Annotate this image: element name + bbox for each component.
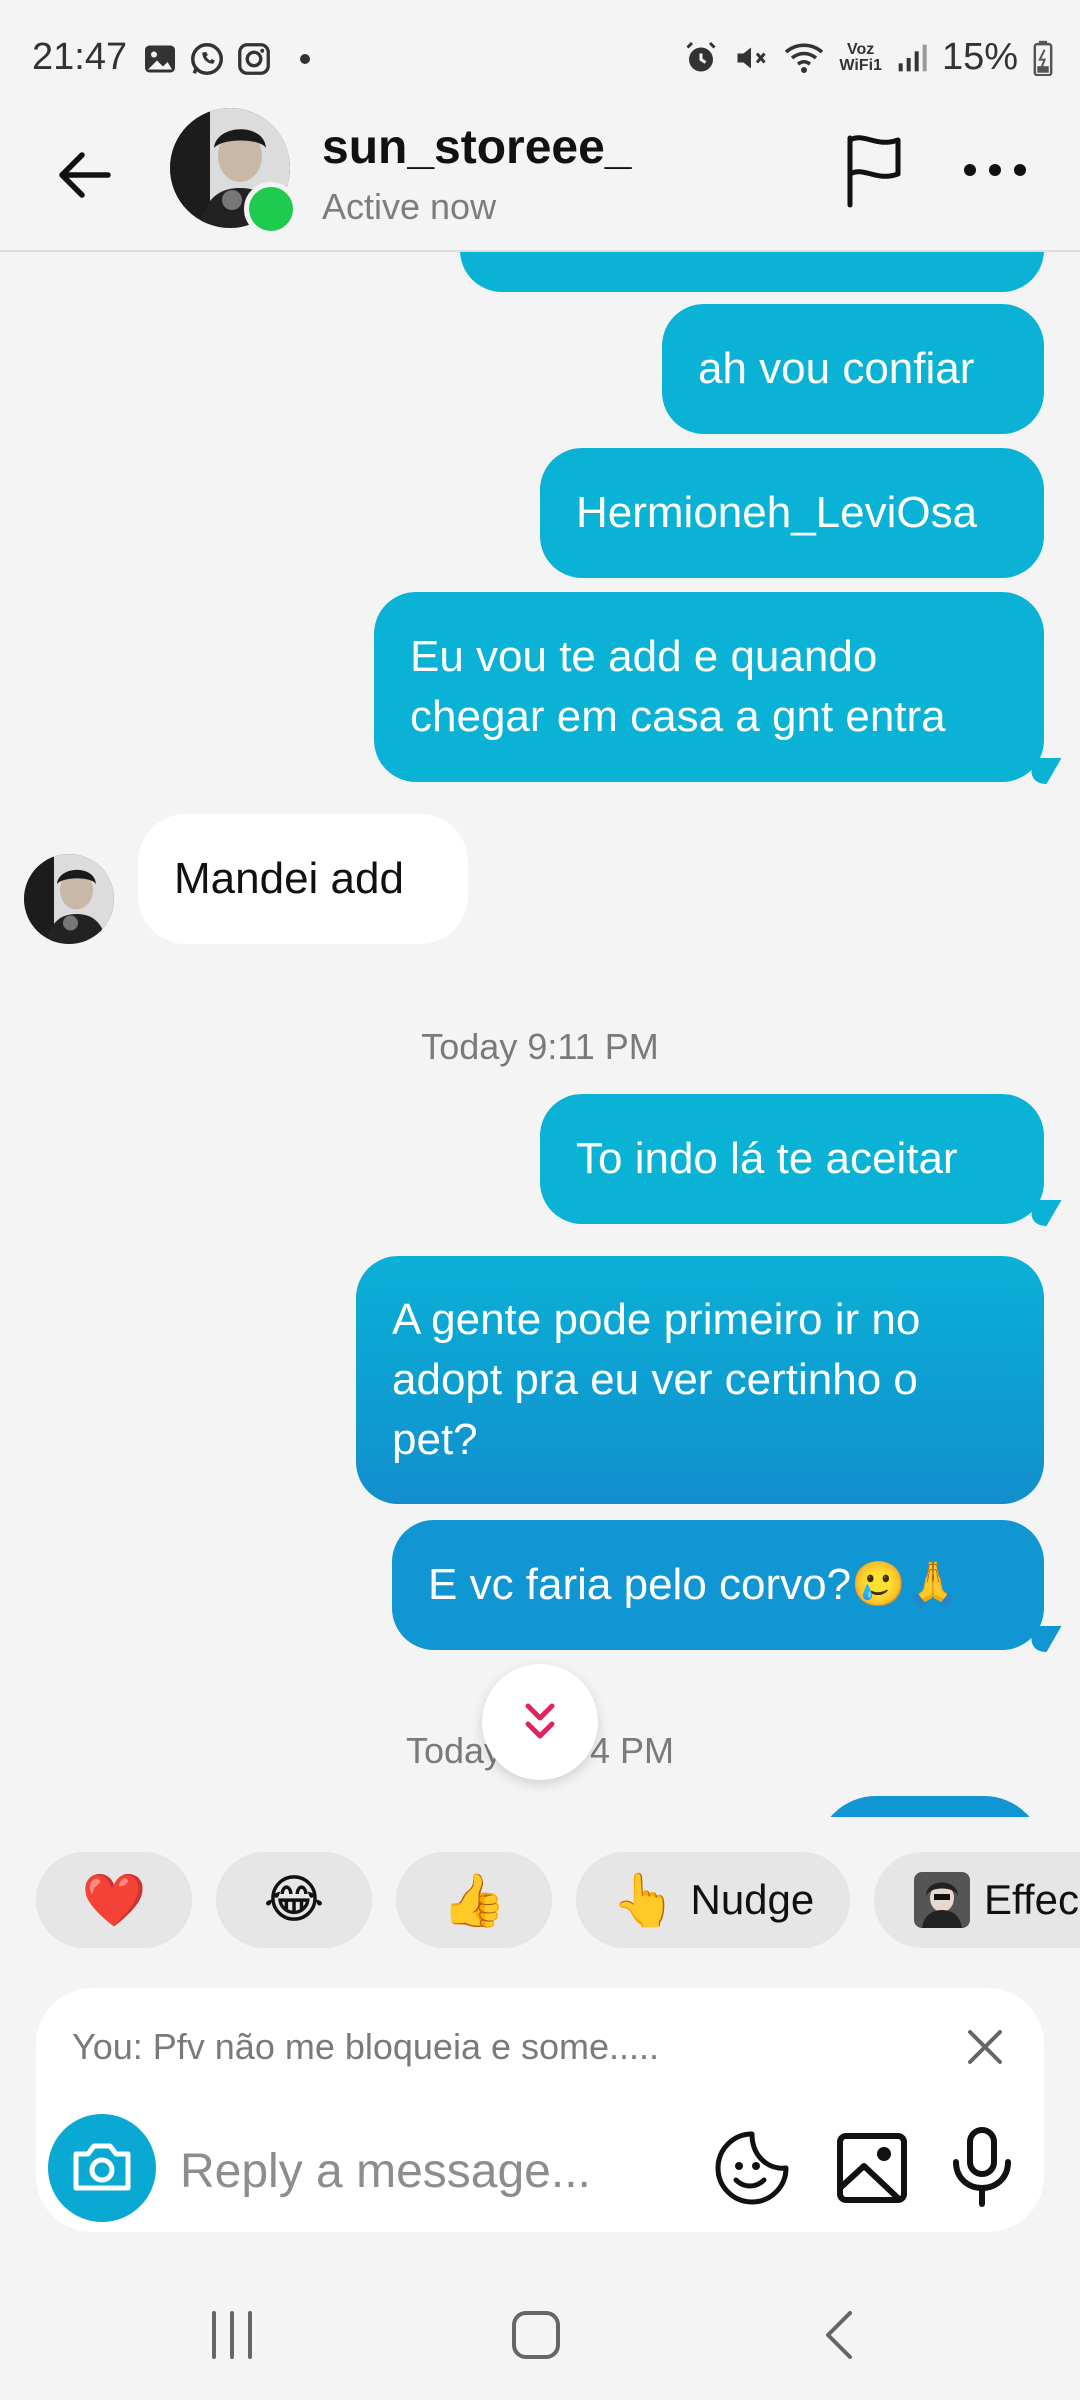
effects-avatar-icon — [914, 1872, 970, 1928]
wifi-icon — [785, 42, 824, 73]
alarm-icon — [686, 41, 716, 71]
active-status: Active now — [322, 186, 497, 227]
message-text: Hermioneh_LeviOsa — [576, 488, 978, 537]
laughing-face-icon: 😂 — [263, 1871, 325, 1929]
pointing-hand-icon: 👆 — [611, 1871, 677, 1930]
message-bubble-outgoing[interactable]: A gente pode primeiro ir no adopt pra eu… — [356, 1256, 1044, 1504]
message-text-line: adopt pra eu ver certinho o — [392, 1355, 918, 1404]
system-icons: Voz WiFi1 15% — [683, 36, 1054, 79]
signal-icon — [898, 44, 927, 71]
message-bubble-outgoing[interactable] — [460, 252, 1044, 292]
message-text-line: A gente pode primeiro ir no — [392, 1295, 921, 1344]
camera-button[interactable] — [48, 2114, 156, 2222]
heart-icon: ❤️ — [81, 1871, 147, 1930]
nudge-button[interactable]: 👆 Nudge — [576, 1852, 850, 1948]
more-options-icon[interactable] — [960, 150, 1030, 190]
message-list[interactable]: ah vou confiar Hermioneh_LeviOsa Eu vou … — [0, 252, 1080, 1817]
home-button[interactable] — [496, 2300, 576, 2370]
effects-button[interactable]: Effec — [874, 1852, 1080, 1948]
effects-label: Effec — [984, 1876, 1079, 1923]
image-icon[interactable] — [832, 2128, 912, 2208]
dot-icon — [300, 54, 310, 64]
sticker-icon[interactable] — [712, 2128, 792, 2208]
message-composer: You: Pfv não me bloqueia e some..... — [36, 1988, 1044, 2232]
wifi-label-bottom: WiFi1 — [839, 56, 882, 74]
recent-apps-icon — [212, 2311, 252, 2359]
gallery-icon — [145, 45, 175, 73]
mute-icon — [737, 47, 767, 68]
scroll-to-bottom-button[interactable] — [482, 1664, 598, 1780]
reaction-heart-button[interactable]: ❤️ — [36, 1852, 192, 1948]
chat-username[interactable]: sun_storeee_ — [322, 120, 632, 175]
message-text-line: chegar em casa a gnt entra — [410, 692, 946, 741]
wifi-label-top: Voz — [847, 40, 875, 58]
back-icon — [826, 2311, 852, 2359]
chat-header: sun_storeee_ Active now — [0, 100, 1080, 252]
message-bubble-outgoing[interactable]: To indo lá te aceitar — [540, 1094, 1044, 1224]
double-chevron-down-icon — [525, 1703, 555, 1739]
system-navigation-bar — [0, 2260, 1080, 2400]
message-bubble-outgoing[interactable] — [816, 1796, 1044, 1817]
message-text-line: pet? — [392, 1415, 478, 1464]
message-timestamp: Today 9:11 PM — [421, 1026, 659, 1067]
timestamp-end: 4 PM — [590, 1730, 675, 1771]
thumbs-up-icon: 👍 — [441, 1871, 507, 1930]
message-input[interactable] — [180, 2126, 680, 2216]
report-flag-icon[interactable] — [840, 130, 910, 210]
online-status-dot — [244, 182, 298, 236]
battery-percent: 15% — [941, 36, 1018, 78]
wifi-calling-label: Voz WiFi1 — [839, 40, 882, 74]
message-text: To indo lá te aceitar — [576, 1134, 958, 1183]
recent-apps-button[interactable] — [192, 2300, 272, 2370]
back-arrow-icon[interactable] — [50, 140, 120, 210]
message-bubble-outgoing[interactable]: ah vou confiar — [662, 304, 1044, 434]
quick-reactions-bar: ❤️ 😂 👍 👆 Nudge Effec — [0, 1852, 1080, 1952]
back-button[interactable] — [800, 2300, 880, 2370]
nudge-label: Nudge — [690, 1876, 815, 1923]
message-bubble-incoming[interactable]: Mandei add — [138, 814, 468, 944]
battery-icon — [1033, 40, 1053, 76]
message-bubble-outgoing[interactable]: E vc faria pelo corvo?🥲🙏 — [392, 1520, 1044, 1650]
message-text: Mandei add — [174, 854, 404, 903]
status-time: 21:47 — [32, 36, 128, 78]
message-text-line: Eu vou te add e quando — [410, 632, 878, 681]
avatar-image — [24, 854, 114, 944]
microphone-icon[interactable] — [942, 2124, 1022, 2208]
whatsapp-icon — [191, 43, 223, 75]
message-bubble-outgoing[interactable]: Hermioneh_LeviOsa — [540, 448, 1044, 578]
close-icon[interactable] — [962, 2024, 1008, 2070]
reaction-laugh-button[interactable]: 😂 — [216, 1852, 372, 1948]
message-text: E vc faria pelo corvo?🥲🙏 — [428, 1560, 961, 1609]
home-icon — [512, 2311, 560, 2359]
sender-avatar[interactable] — [24, 854, 114, 944]
instagram-icon — [238, 43, 270, 75]
reply-preview-text: You: Pfv não me bloqueia e some..... — [72, 2026, 660, 2067]
message-bubble-outgoing[interactable]: Eu vou te add e quando chegar em casa a … — [374, 592, 1044, 782]
reaction-thumbs-up-button[interactable]: 👍 — [396, 1852, 552, 1948]
camera-icon — [73, 2143, 131, 2191]
notification-icons — [142, 40, 310, 78]
message-text: ah vou confiar — [698, 344, 975, 393]
